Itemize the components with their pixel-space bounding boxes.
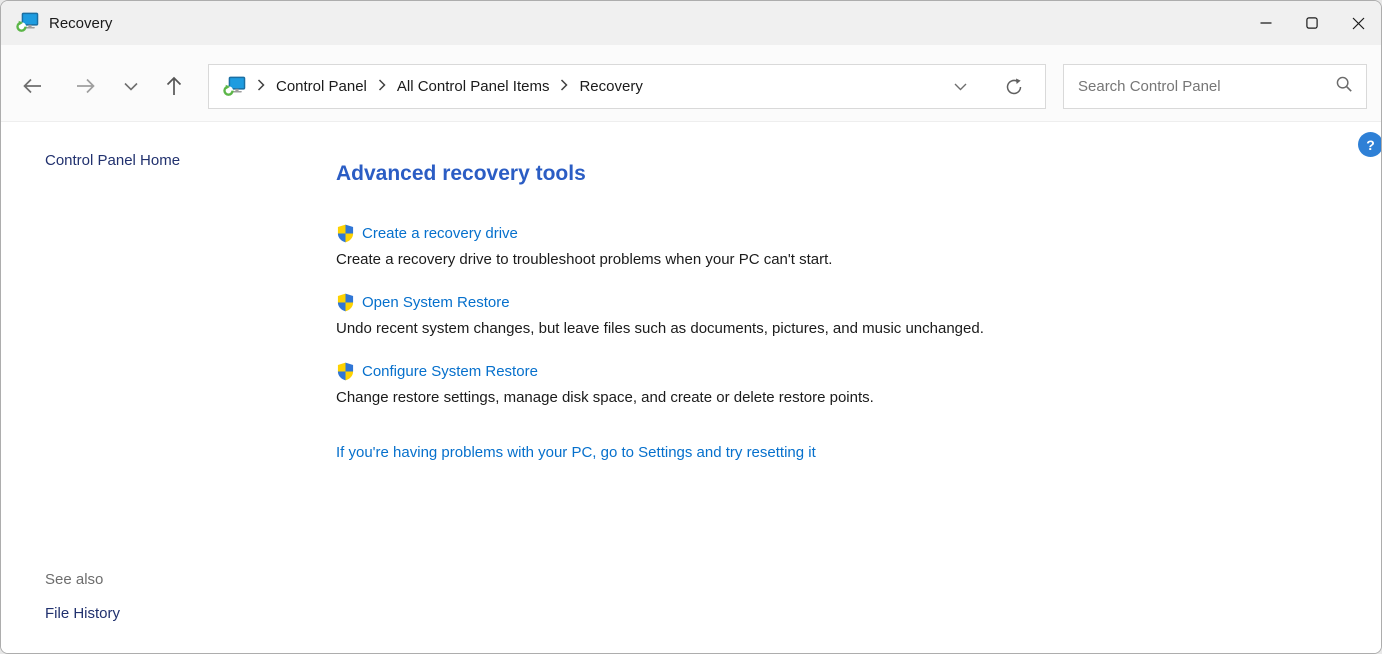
recovery-app-icon xyxy=(15,12,39,34)
up-button[interactable] xyxy=(157,69,191,103)
maximize-icon xyxy=(1306,17,1318,29)
see-also-label: See also xyxy=(45,571,103,588)
navigation-bar: Control Panel All Control Panel Items Re… xyxy=(1,45,1381,122)
breadcrumb-separator-icon xyxy=(378,78,386,96)
maximize-button[interactable] xyxy=(1289,1,1335,45)
configure-system-restore-link[interactable]: Configure System Restore xyxy=(362,363,538,380)
search-box xyxy=(1063,64,1367,109)
close-icon xyxy=(1352,17,1365,30)
configure-system-restore-description: Change restore settings, manage disk spa… xyxy=(336,389,1196,406)
search-icon[interactable] xyxy=(1335,75,1353,98)
create-recovery-drive-description: Create a recovery drive to troubleshoot … xyxy=(336,251,1196,268)
question-mark-icon: ? xyxy=(1366,137,1375,153)
uac-shield-icon xyxy=(336,293,355,312)
window-title: Recovery xyxy=(49,15,112,32)
back-button[interactable] xyxy=(15,69,49,103)
breadcrumb-control-panel[interactable]: Control Panel xyxy=(276,78,367,95)
uac-shield-icon xyxy=(336,362,355,381)
address-bar[interactable]: Control Panel All Control Panel Items Re… xyxy=(208,64,1046,109)
recovery-breadcrumb-icon xyxy=(222,76,246,98)
recent-locations-button[interactable] xyxy=(114,69,148,103)
sidebar-item-file-history[interactable]: File History xyxy=(45,605,120,622)
recovery-window: Recovery xyxy=(0,0,1382,654)
sidebar-item-control-panel-home[interactable]: Control Panel Home xyxy=(45,152,180,169)
task-open-system-restore: Open System Restore Undo recent system c… xyxy=(336,293,1196,337)
refresh-icon xyxy=(1005,78,1023,96)
chevron-down-icon xyxy=(954,83,967,91)
task-configure-system-restore: Configure System Restore Change restore … xyxy=(336,362,1196,406)
reset-pc-settings-link[interactable]: If you're having problems with your PC, … xyxy=(336,444,816,461)
refresh-button[interactable] xyxy=(999,65,1029,108)
arrow-up-icon xyxy=(162,74,186,98)
close-button[interactable] xyxy=(1335,1,1381,45)
open-system-restore-link[interactable]: Open System Restore xyxy=(362,294,510,311)
titlebar: Recovery xyxy=(1,1,1381,45)
arrow-left-icon xyxy=(20,74,44,98)
minimize-icon xyxy=(1260,17,1272,29)
arrow-right-icon xyxy=(74,74,98,98)
address-dropdown-button[interactable] xyxy=(945,65,975,108)
uac-shield-icon xyxy=(336,224,355,243)
chevron-down-icon xyxy=(124,82,138,91)
search-input[interactable] xyxy=(1064,78,1335,95)
breadcrumb-all-control-panel-items[interactable]: All Control Panel Items xyxy=(397,78,550,95)
breadcrumb-separator-icon xyxy=(560,78,568,96)
forward-button[interactable] xyxy=(69,69,103,103)
breadcrumb-recovery[interactable]: Recovery xyxy=(579,78,642,95)
breadcrumb-separator-icon xyxy=(257,78,265,96)
minimize-button[interactable] xyxy=(1243,1,1289,45)
open-system-restore-description: Undo recent system changes, but leave fi… xyxy=(336,320,1196,337)
page-title: Advanced recovery tools xyxy=(336,162,586,186)
task-create-recovery-drive: Create a recovery drive Create a recover… xyxy=(336,224,1196,268)
content-area: ? Control Panel Home See also File Histo… xyxy=(1,123,1381,653)
help-button[interactable]: ? xyxy=(1358,132,1382,157)
create-recovery-drive-link[interactable]: Create a recovery drive xyxy=(362,225,518,242)
window-controls xyxy=(1243,1,1381,45)
